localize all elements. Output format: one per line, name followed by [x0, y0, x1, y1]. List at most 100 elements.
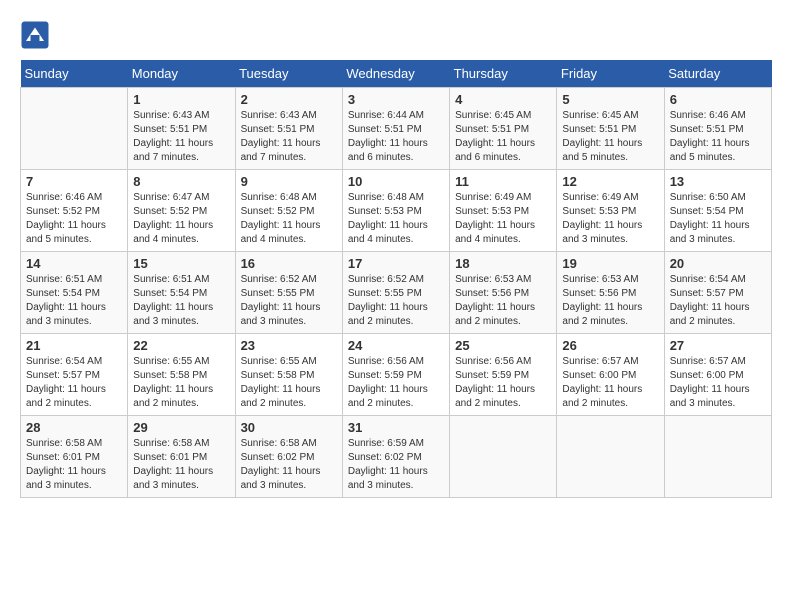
day-info: Sunrise: 6:55 AM Sunset: 5:58 PM Dayligh…: [241, 355, 337, 411]
calendar-cell: 3 Sunrise: 6:44 AM Sunset: 5:51 PM Daylig…: [342, 88, 449, 170]
calendar-cell: 6 Sunrise: 6:46 AM Sunset: 5:51 PM Daylig…: [664, 88, 771, 170]
day-info: Sunrise: 6:59 AM Sunset: 6:02 PM Dayligh…: [348, 437, 444, 493]
day-number: 2: [241, 92, 337, 107]
calendar-cell: 2 Sunrise: 6:43 AM Sunset: 5:51 PM Daylig…: [235, 88, 342, 170]
day-number: 8: [133, 174, 229, 189]
day-number: 27: [670, 338, 766, 353]
calendar-cell: 17Sunrise: 6:52 AM Sunset: 5:55 PM Dayli…: [342, 252, 449, 334]
calendar-cell: 18 Sunrise: 6:53 AM Sunset: 5:56 PM Dayli…: [450, 252, 557, 334]
day-number: 9: [241, 174, 337, 189]
day-number: 26: [562, 338, 658, 353]
weekday-saturday: Saturday: [664, 60, 771, 88]
calendar-body: 1 Sunrise: 6:43 AM Sunset: 5:51 PM Daylig…: [21, 88, 772, 498]
day-info: Sunrise: 6:58 AM Sunset: 6:01 PM Dayligh…: [133, 437, 229, 493]
calendar-cell: 31 Sunrise: 6:59 AM Sunset: 6:02 PM Dayli…: [342, 416, 449, 498]
day-number: 23: [241, 338, 337, 353]
calendar-cell: [21, 88, 128, 170]
calendar-cell: 28 Sunrise: 6:58 AM Sunset: 6:01 PM Dayli…: [21, 416, 128, 498]
day-info: Sunrise: 6:53 AM Sunset: 5:56 PM Dayligh…: [562, 273, 658, 329]
day-info: Sunrise: 6:54 AM Sunset: 5:57 PM Dayligh…: [670, 273, 766, 329]
calendar-cell: [557, 416, 664, 498]
day-number: 1: [133, 92, 229, 107]
weekday-header-row: SundayMondayTuesdayWednesdayThursdayFrid…: [21, 60, 772, 88]
calendar-cell: 1Sunrise: 6:43 AM Sunset: 5:51 PM Daylig…: [128, 88, 235, 170]
page-header: [20, 20, 772, 50]
day-number: 28: [26, 420, 122, 435]
calendar-cell: 7Sunrise: 6:46 AM Sunset: 5:52 PM Daylig…: [21, 170, 128, 252]
calendar-cell: 8Sunrise: 6:47 AM Sunset: 5:52 PM Daylig…: [128, 170, 235, 252]
calendar-cell: 30 Sunrise: 6:58 AM Sunset: 6:02 PM Dayli…: [235, 416, 342, 498]
calendar-cell: 22 Sunrise: 6:55 AM Sunset: 5:58 PM Dayli…: [128, 334, 235, 416]
calendar-cell: 12 Sunrise: 6:49 AM Sunset: 5:53 PM Dayli…: [557, 170, 664, 252]
day-number: 25: [455, 338, 551, 353]
weekday-thursday: Thursday: [450, 60, 557, 88]
day-info: Sunrise: 6:51 AM Sunset: 5:54 PM Dayligh…: [26, 273, 122, 329]
logo-icon: [20, 20, 50, 50]
calendar-cell: 5 Sunrise: 6:45 AM Sunset: 5:51 PM Daylig…: [557, 88, 664, 170]
calendar-week-4: 21 Sunrise: 6:54 AM Sunset: 5:57 PM Dayli…: [21, 334, 772, 416]
calendar-cell: 25 Sunrise: 6:56 AM Sunset: 5:59 PM Dayli…: [450, 334, 557, 416]
day-number: 22: [133, 338, 229, 353]
day-info: Sunrise: 6:55 AM Sunset: 5:58 PM Dayligh…: [133, 355, 229, 411]
day-number: 16: [241, 256, 337, 271]
calendar-cell: 23 Sunrise: 6:55 AM Sunset: 5:58 PM Dayli…: [235, 334, 342, 416]
day-info: Sunrise: 6:46 AM Sunset: 5:51 PM Dayligh…: [670, 109, 766, 165]
day-info: Sunrise: 6:44 AM Sunset: 5:51 PM Dayligh…: [348, 109, 444, 165]
calendar-cell: 13 Sunrise: 6:50 AM Sunset: 5:54 PM Dayli…: [664, 170, 771, 252]
day-info: Sunrise: 6:45 AM Sunset: 5:51 PM Dayligh…: [455, 109, 551, 165]
day-info: Sunrise: 6:52 AM Sunset: 5:55 PM Dayligh…: [241, 273, 337, 329]
day-info: Sunrise: 6:56 AM Sunset: 5:59 PM Dayligh…: [455, 355, 551, 411]
calendar-cell: 16 Sunrise: 6:52 AM Sunset: 5:55 PM Dayli…: [235, 252, 342, 334]
calendar-cell: [450, 416, 557, 498]
calendar-cell: 24Sunrise: 6:56 AM Sunset: 5:59 PM Dayli…: [342, 334, 449, 416]
day-number: 10: [348, 174, 444, 189]
calendar-cell: 26Sunrise: 6:57 AM Sunset: 6:00 PM Dayli…: [557, 334, 664, 416]
day-info: Sunrise: 6:45 AM Sunset: 5:51 PM Dayligh…: [562, 109, 658, 165]
day-info: Sunrise: 6:48 AM Sunset: 5:52 PM Dayligh…: [241, 191, 337, 247]
weekday-tuesday: Tuesday: [235, 60, 342, 88]
day-number: 7: [26, 174, 122, 189]
day-info: Sunrise: 6:50 AM Sunset: 5:54 PM Dayligh…: [670, 191, 766, 247]
day-number: 13: [670, 174, 766, 189]
day-info: Sunrise: 6:43 AM Sunset: 5:51 PM Dayligh…: [241, 109, 337, 165]
calendar-cell: [664, 416, 771, 498]
calendar-cell: 4Sunrise: 6:45 AM Sunset: 5:51 PM Daylig…: [450, 88, 557, 170]
day-number: 21: [26, 338, 122, 353]
calendar-week-1: 1 Sunrise: 6:43 AM Sunset: 5:51 PM Daylig…: [21, 88, 772, 170]
day-info: Sunrise: 6:58 AM Sunset: 6:01 PM Dayligh…: [26, 437, 122, 493]
day-number: 18: [455, 256, 551, 271]
day-number: 3: [348, 92, 444, 107]
day-info: Sunrise: 6:56 AM Sunset: 5:59 PM Dayligh…: [348, 355, 444, 411]
day-number: 12: [562, 174, 658, 189]
calendar-cell: 14Sunrise: 6:51 AM Sunset: 5:54 PM Dayli…: [21, 252, 128, 334]
weekday-sunday: Sunday: [21, 60, 128, 88]
weekday-wednesday: Wednesday: [342, 60, 449, 88]
day-number: 11: [455, 174, 551, 189]
day-info: Sunrise: 6:58 AM Sunset: 6:02 PM Dayligh…: [241, 437, 337, 493]
day-info: Sunrise: 6:48 AM Sunset: 5:53 PM Dayligh…: [348, 191, 444, 247]
day-info: Sunrise: 6:49 AM Sunset: 5:53 PM Dayligh…: [455, 191, 551, 247]
calendar-cell: 27 Sunrise: 6:57 AM Sunset: 6:00 PM Dayli…: [664, 334, 771, 416]
day-info: Sunrise: 6:53 AM Sunset: 5:56 PM Dayligh…: [455, 273, 551, 329]
day-number: 30: [241, 420, 337, 435]
day-info: Sunrise: 6:57 AM Sunset: 6:00 PM Dayligh…: [670, 355, 766, 411]
day-number: 19: [562, 256, 658, 271]
day-number: 5: [562, 92, 658, 107]
day-number: 17: [348, 256, 444, 271]
weekday-monday: Monday: [128, 60, 235, 88]
calendar-week-5: 28 Sunrise: 6:58 AM Sunset: 6:01 PM Dayli…: [21, 416, 772, 498]
calendar-cell: 15Sunrise: 6:51 AM Sunset: 5:54 PM Dayli…: [128, 252, 235, 334]
day-number: 29: [133, 420, 229, 435]
calendar-cell: 11 Sunrise: 6:49 AM Sunset: 5:53 PM Dayli…: [450, 170, 557, 252]
calendar-cell: 10 Sunrise: 6:48 AM Sunset: 5:53 PM Dayli…: [342, 170, 449, 252]
day-number: 15: [133, 256, 229, 271]
calendar-table: SundayMondayTuesdayWednesdayThursdayFrid…: [20, 60, 772, 498]
day-number: 6: [670, 92, 766, 107]
calendar-cell: 20Sunrise: 6:54 AM Sunset: 5:57 PM Dayli…: [664, 252, 771, 334]
day-info: Sunrise: 6:49 AM Sunset: 5:53 PM Dayligh…: [562, 191, 658, 247]
weekday-friday: Friday: [557, 60, 664, 88]
calendar-week-3: 14Sunrise: 6:51 AM Sunset: 5:54 PM Dayli…: [21, 252, 772, 334]
calendar-week-2: 7Sunrise: 6:46 AM Sunset: 5:52 PM Daylig…: [21, 170, 772, 252]
day-number: 31: [348, 420, 444, 435]
day-info: Sunrise: 6:54 AM Sunset: 5:57 PM Dayligh…: [26, 355, 122, 411]
